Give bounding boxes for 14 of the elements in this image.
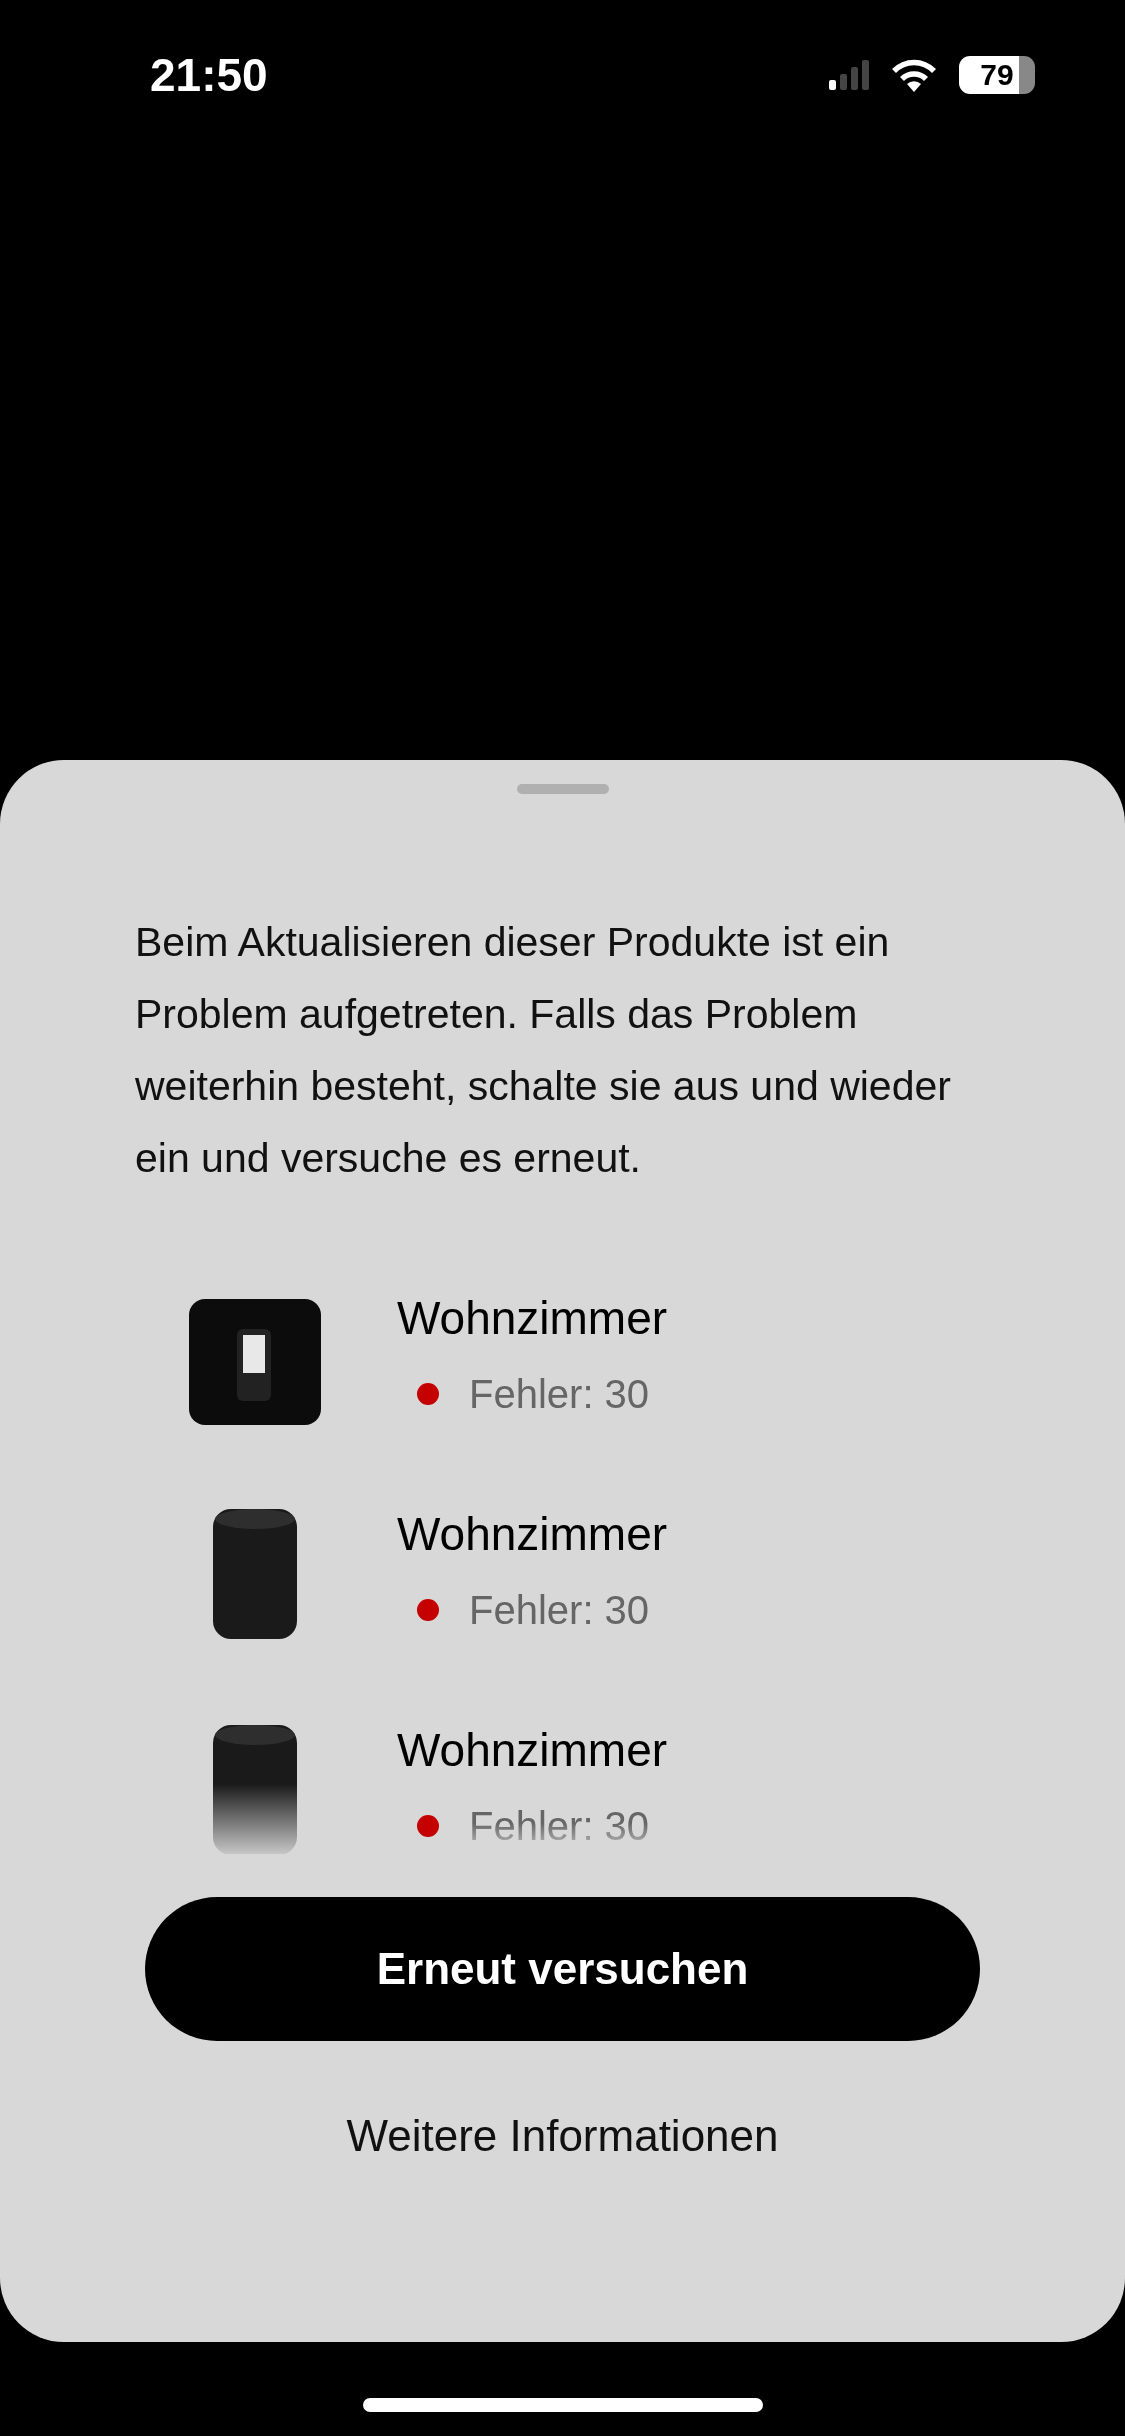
drag-handle[interactable] [516,784,609,794]
product-room-name: Wohnzimmer [397,1507,668,1562]
battery-percentage: 79 [980,58,1014,92]
error-status: Fehler: 30 [469,1371,650,1418]
product-room-name: Wohnzimmer [397,1291,668,1346]
more-info-link[interactable]: Weitere Informationen [346,2111,779,2161]
error-message: Beim Aktualisieren dieser Produkte ist ein Problem aufgetreten. Falls das Problem weiterhin besteht, schalte sie aus und wieder ein und versuche es erneut. [135,918,952,1183]
signal-icon [829,60,869,90]
wifi-icon [891,58,937,92]
status-time: 21:50 [150,48,268,102]
error-status: Fehler: 30 [469,1803,650,1850]
retry-button[interactable]: Erneut versuchen [145,1897,980,2041]
error-status: Fehler: 30 [469,1587,650,1634]
product-room-name: Wohnzimmer [397,1723,668,1778]
